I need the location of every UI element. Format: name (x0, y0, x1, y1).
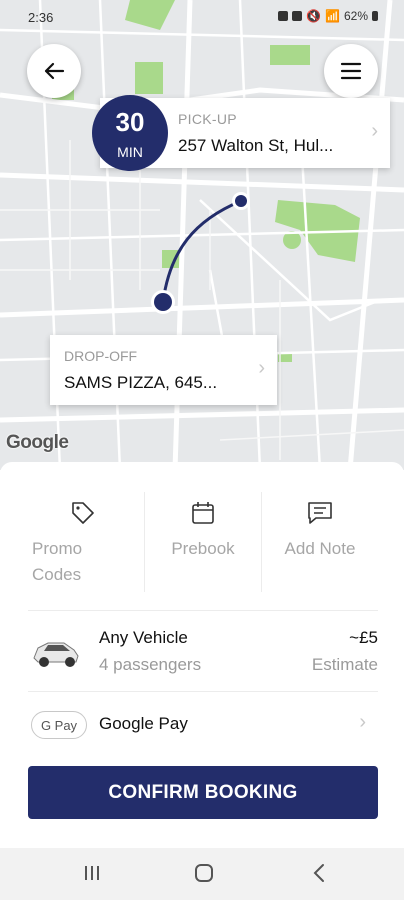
add-note-button[interactable]: Add Note (262, 492, 378, 592)
pickup-label: PICK-UP (178, 111, 237, 127)
hamburger-icon (340, 62, 362, 80)
eta-badge: 30 MIN (92, 95, 168, 171)
promo-codes-button[interactable]: Promo Codes (20, 492, 144, 592)
map-view[interactable]: 2:36 🔇 📶 62% PICK-UP 257 Walton St, Hul.… (0, 0, 404, 470)
vehicle-passengers: 4 passengers (99, 655, 202, 674)
payment-method-label: Google Pay (99, 714, 188, 733)
fare-price: ~£5 (349, 628, 378, 647)
divider (28, 691, 378, 692)
pickup-address: 257 Walton St, Hul... (178, 136, 334, 155)
add-note-label: Add Note (284, 539, 356, 558)
vehicle-name: Any Vehicle (99, 628, 188, 647)
recents-icon[interactable] (82, 864, 102, 882)
prebook-label: Prebook (171, 539, 235, 558)
google-logo: Google (6, 432, 69, 453)
calendar-icon (192, 502, 214, 524)
chevron-right-icon: › (359, 711, 366, 733)
back-button[interactable] (27, 44, 81, 98)
note-icon (308, 502, 332, 524)
prebook-button[interactable]: Prebook (145, 492, 261, 592)
dropoff-address: SAMS PIZZA, 645... (64, 373, 218, 392)
eta-unit: MIN (117, 144, 143, 160)
back-nav-icon[interactable] (312, 863, 326, 883)
dropoff-card[interactable]: DROP-OFF SAMS PIZZA, 645... › (50, 335, 277, 405)
confirm-booking-button[interactable]: CONFIRM BOOKING (28, 766, 378, 819)
tag-icon (72, 502, 94, 524)
route-line (161, 199, 242, 303)
payment-row[interactable]: G Pay Google Pay › (0, 711, 404, 742)
home-icon[interactable] (193, 862, 215, 884)
arrow-left-icon (44, 62, 65, 80)
eta-value: 30 (115, 107, 145, 137)
google-pay-icon: G Pay (31, 711, 87, 739)
chevron-right-icon: › (371, 120, 378, 142)
vehicle-row[interactable]: Any Vehicle 4 passengers ~£5 Estimate (0, 628, 404, 676)
action-row: Promo Codes Prebook Add Note (0, 492, 404, 592)
divider (28, 610, 378, 611)
promo-codes-label: Promo Codes (32, 539, 83, 584)
booking-sheet: Promo Codes Prebook Add Note Any Vehicle… (0, 462, 404, 848)
car-icon (33, 642, 79, 667)
system-nav-bar (0, 848, 404, 900)
chevron-right-icon: › (258, 357, 265, 379)
dropoff-label: DROP-OFF (64, 348, 138, 364)
menu-button[interactable] (324, 44, 378, 98)
fare-estimate-label: Estimate (311, 655, 378, 674)
